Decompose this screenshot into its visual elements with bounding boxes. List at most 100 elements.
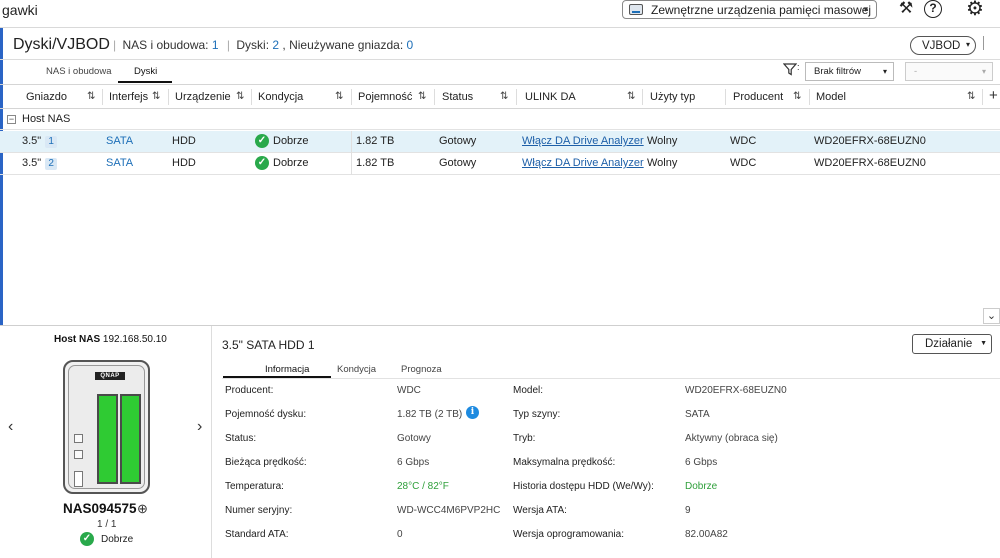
sort-icon[interactable]: ⇅ xyxy=(967,91,975,102)
column-header-health[interactable]: Kondycja xyxy=(258,91,303,103)
firmware-label: Wersja oprogramowania: xyxy=(513,529,624,540)
column-header-model[interactable]: Model xyxy=(816,91,846,103)
sort-icon[interactable]: ⇅ xyxy=(500,91,508,102)
tab-information[interactable]: Informacja xyxy=(265,364,309,375)
filter-icon[interactable]: : xyxy=(782,62,803,80)
nas-logo: QNAP xyxy=(95,372,125,380)
column-divider xyxy=(168,89,169,105)
add-column-icon[interactable]: + xyxy=(989,87,998,104)
external-drive-icon xyxy=(629,4,643,15)
collapse-icon[interactable]: − xyxy=(7,115,16,124)
used-type-cell: Wolny xyxy=(647,157,678,169)
gear-icon[interactable]: ⚙ xyxy=(966,0,984,19)
disk-detail-title: 3.5" SATA HDD 1 xyxy=(222,338,315,352)
vjbod-button-label: VJBOD xyxy=(922,39,961,52)
tab-nas-enclosure[interactable]: NAS i obudowa xyxy=(46,66,111,77)
mode-value: Aktywny (obraca się) xyxy=(685,433,778,444)
column-header-vendor[interactable]: Producent xyxy=(733,91,783,103)
slot-number: 1 xyxy=(45,136,58,148)
table-row[interactable]: 3.5" 1 SATA HDD ✓ Dobrze 1.82 TB Gotowy W… xyxy=(0,131,1000,153)
sort-icon[interactable]: ⇅ xyxy=(236,91,244,102)
slot-size: 3.5" xyxy=(22,135,42,147)
tab-disks[interactable]: Dyski xyxy=(134,66,157,77)
external-storage-dropdown[interactable]: Zewnętrzne urządzenia pamięci masowej ▾ xyxy=(622,0,877,19)
column-divider xyxy=(725,89,726,105)
column-header-status[interactable]: Status xyxy=(442,91,473,103)
status-label: Status: xyxy=(225,433,257,444)
nas-health-label: Dobrze xyxy=(101,534,134,545)
vendor-label: Producent: xyxy=(225,385,274,396)
zoom-in-icon[interactable]: ⊕ xyxy=(137,501,148,517)
sort-icon[interactable]: ⇅ xyxy=(418,91,426,102)
column-divider xyxy=(251,89,252,105)
column-divider xyxy=(351,153,352,175)
device-cell: HDD xyxy=(172,135,196,147)
drive-bay-2[interactable] xyxy=(120,394,141,484)
vendor-value: WDC xyxy=(397,385,421,396)
status-value: Gotowy xyxy=(397,433,431,444)
column-divider xyxy=(809,89,810,105)
column-divider xyxy=(351,131,352,153)
nas-label: NAS i obudowa: xyxy=(122,38,209,52)
enable-da-link[interactable]: Włącz DA Drive Analyzer xyxy=(522,157,644,169)
enable-da-link[interactable]: Włącz DA Drive Analyzer xyxy=(522,135,644,147)
column-header-capacity[interactable]: Pojemność xyxy=(358,91,412,103)
ata-version-value: 9 xyxy=(685,505,691,516)
collapse-panel-icon[interactable]: ⌄ xyxy=(983,308,1000,324)
column-header-ulink[interactable]: ULINK DA xyxy=(525,91,576,103)
max-speed-label: Maksymalna prędkość: xyxy=(513,457,616,468)
filter-select[interactable]: Brak filtrów ▾ xyxy=(805,62,894,81)
chevron-right-icon[interactable]: › xyxy=(197,418,202,436)
secondary-filter-select[interactable]: - ▾ xyxy=(905,62,993,81)
drive-bay-1[interactable] xyxy=(97,394,118,484)
filter-select-value: Brak filtrów xyxy=(814,66,861,77)
tab-forecast[interactable]: Prognoza xyxy=(401,364,442,375)
sort-icon[interactable]: ⇅ xyxy=(793,91,801,102)
serial-value: WD-WCC4M6PVP2HC xyxy=(397,505,501,516)
external-storage-label: Zewnętrzne urządzenia pamięci masowej xyxy=(651,2,872,17)
action-button[interactable]: Działanie ▼ xyxy=(912,334,992,354)
ata-standard-value: 0 xyxy=(397,529,403,540)
power-button-icon xyxy=(74,434,83,443)
model-value: WD20EFRX-68EUZN0 xyxy=(685,385,787,396)
page-header: Dyski/VJBOD | NAS i obudowa: 1 | Dyski: … xyxy=(0,28,1000,60)
column-divider xyxy=(982,89,983,105)
interface-cell: SATA xyxy=(106,135,134,147)
temperature-value: 28°C / 82°F xyxy=(397,481,449,492)
vendor-cell: WDC xyxy=(730,157,757,169)
tools-icon[interactable]: ⚒ xyxy=(897,0,915,18)
check-circle-icon: ✓ xyxy=(80,532,94,546)
column-header-interface[interactable]: Interfejs xyxy=(109,91,148,103)
detail-panel: Host NAS 192.168.50.10 ‹ › QNAP NAS09457… xyxy=(0,325,1000,558)
tab-health[interactable]: Kondycja xyxy=(337,364,376,375)
host-label: Host NAS 192.168.50.10 xyxy=(54,334,167,345)
capacity-cell: 1.82 TB xyxy=(356,135,395,147)
sort-icon[interactable]: ⇅ xyxy=(152,91,160,102)
column-header-device[interactable]: Urządzenie xyxy=(175,91,231,103)
chevron-down-icon: ▾ xyxy=(882,67,887,76)
vendor-cell: WDC xyxy=(730,135,757,147)
info-icon[interactable]: i xyxy=(466,406,479,419)
group-row[interactable]: − Host NAS xyxy=(0,110,1000,130)
vjbod-button[interactable]: VJBOD ▾ xyxy=(910,36,976,55)
column-divider xyxy=(351,89,352,105)
column-header-slot[interactable]: Gniazdo xyxy=(26,91,67,103)
sort-icon[interactable]: ⇅ xyxy=(335,91,343,102)
table-row[interactable]: 3.5" 2 SATA HDD ✓ Dobrze 1.82 TB Gotowy W… xyxy=(0,153,1000,175)
chevron-left-icon[interactable]: ‹ xyxy=(8,418,13,436)
capacity-label: Pojemność dysku: xyxy=(225,409,307,420)
chevron-down-icon: ▾ xyxy=(981,67,986,76)
model-cell: WD20EFRX-68EUZN0 xyxy=(814,135,926,147)
nas-count: 1 xyxy=(211,38,219,52)
help-icon[interactable]: ? xyxy=(924,0,942,18)
sort-icon[interactable]: ⇅ xyxy=(87,91,95,102)
sort-icon[interactable]: ⇅ xyxy=(627,91,635,102)
copy-button-icon xyxy=(74,450,83,459)
unused-count: 0 xyxy=(406,38,414,52)
nas-device-image[interactable]: QNAP xyxy=(63,360,150,494)
used-type-cell: Wolny xyxy=(647,135,678,147)
column-header-used-type[interactable]: Użyty typ xyxy=(650,91,695,103)
column-divider xyxy=(102,89,103,105)
chevron-down-icon: ▾ xyxy=(965,40,970,49)
filter-colon: : xyxy=(797,62,800,72)
